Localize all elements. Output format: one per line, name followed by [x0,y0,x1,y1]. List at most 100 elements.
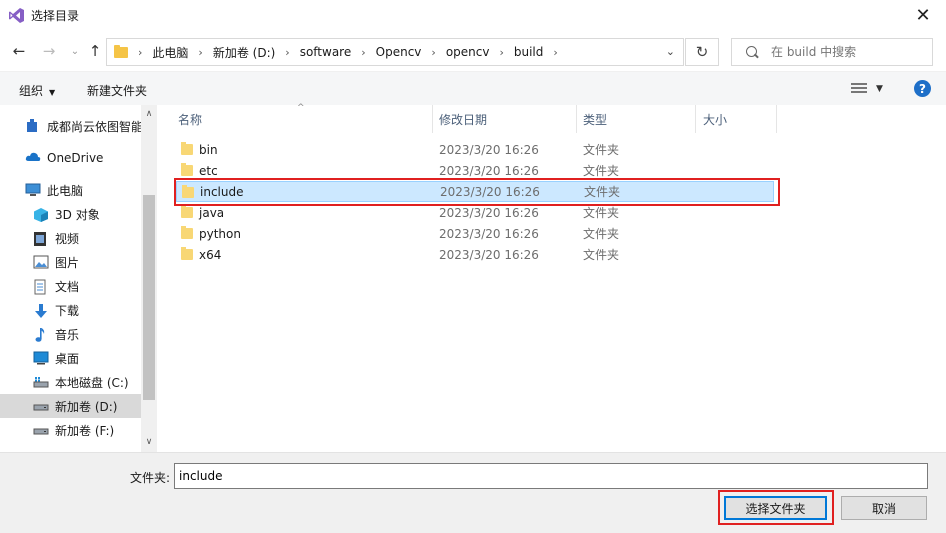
sidebar-item-documents[interactable]: 文档 [0,274,141,298]
search-input[interactable] [771,45,931,59]
folder-name-input[interactable] [174,463,928,489]
folder-label: 文件夹: [130,471,171,485]
sidebar-item-drive-f[interactable]: 新加卷 (F:) [0,418,141,442]
search-icon [745,45,759,59]
folder-icon [181,247,193,260]
scroll-up-icon[interactable]: ∧ [141,109,157,119]
sidebar-item-desktop[interactable]: 桌面 [0,346,141,370]
file-modified: 2023/3/20 16:26 [439,247,539,262]
sidebar-item-label: 视频 [55,231,80,246]
file-list[interactable]: ^ 名称 修改日期 类型 大小 bin 2023/3/20 16:26 文件夹 … [158,103,946,452]
scroll-down-icon[interactable]: ∨ [141,437,157,447]
breadcrumb-software[interactable]: software [300,45,352,59]
table-row[interactable]: python 2023/3/20 16:26 文件夹 [176,223,774,244]
column-divider[interactable] [432,105,433,133]
refresh-icon[interactable]: ↻ [685,38,719,66]
address-bar[interactable]: › 此电脑 › 新加卷 (D:) › software › Opencv › o… [106,38,684,66]
navigation-bar: ← → ⌄ ↑ › 此电脑 › 新加卷 (D:) › software › Op… [0,31,946,71]
breadcrumb-opencv[interactable]: opencv [446,45,490,59]
sidebar-item-label: 桌面 [55,351,80,366]
breadcrumb-drive-d[interactable]: 新加卷 (D:) [213,44,275,61]
column-header-name[interactable]: 名称 [178,105,432,133]
help-icon[interactable]: ? [914,80,931,97]
breadcrumb-opencv-upper[interactable]: Opencv [376,45,422,59]
drive-icon [33,399,49,413]
column-divider[interactable] [776,105,777,133]
address-dropdown-chevron-icon[interactable]: ⌄ [666,45,675,58]
breadcrumb-separator[interactable]: › [553,46,557,59]
sidebar-item-videos[interactable]: 视频 [0,226,141,250]
sidebar-item-label: 本地磁盘 (C:) [55,375,129,390]
music-icon [33,327,49,342]
view-caret-down-icon[interactable]: ▼ [876,84,883,94]
sidebar-item-music[interactable]: 音乐 [0,322,141,346]
table-row[interactable]: x64 2023/3/20 16:26 文件夹 [176,244,774,265]
folder-icon [181,142,193,155]
sidebar-item-label: OneDrive [47,151,104,165]
organize-label: 组织 [19,84,44,98]
onedrive-cloud-icon [25,151,41,165]
column-header-type[interactable]: 类型 [583,105,695,133]
breadcrumb-separator[interactable]: › [431,46,435,59]
documents-icon [33,279,49,295]
sidebar-item-local-disk-c[interactable]: 本地磁盘 (C:) [0,370,141,394]
up-arrow-icon[interactable]: ↑ [86,42,104,60]
new-folder-button[interactable]: 新建文件夹 [87,82,147,99]
sidebar-item-3d-objects[interactable]: 3D 对象 [0,202,141,226]
cancel-button[interactable]: 取消 [841,496,927,520]
file-type: 文件夹 [583,143,620,157]
sidebar-item-pictures[interactable]: 图片 [0,250,141,274]
sidebar-item-onedrive-business[interactable]: 成都尚云依图智能 [0,114,141,138]
sidebar-item-onedrive[interactable]: OneDrive [0,146,141,170]
file-name: python [199,226,241,241]
column-divider[interactable] [695,105,696,133]
breadcrumb-separator[interactable]: › [361,46,365,59]
breadcrumb-separator[interactable]: › [499,46,503,59]
view-options-icon[interactable] [851,83,867,95]
sidebar-item-label: 下载 [55,303,80,318]
navigation-pane[interactable]: 成都尚云依图智能 OneDrive 此电脑 3D 对象 视频 图片 文档 下载 … [0,105,157,452]
window-title: 选择目录 [31,9,80,23]
sidebar-scrollbar[interactable]: ∧ ∨ [141,105,157,452]
breadcrumb-separator[interactable]: › [285,46,289,59]
desktop-icon [33,351,49,365]
sidebar-item-downloads[interactable]: 下载 [0,298,141,322]
title-bar: 选择目录 ✕ [0,0,946,31]
folder-icon [181,226,193,239]
column-header-size[interactable]: 大小 [703,105,775,133]
forward-arrow-icon[interactable]: → [40,42,58,60]
column-header-modified[interactable]: 修改日期 [439,105,575,133]
file-name: x64 [199,247,222,262]
file-modified: 2023/3/20 16:26 [439,142,539,157]
organize-menu-button[interactable]: 组织 ▼ [19,82,55,99]
breadcrumb-this-pc[interactable]: 此电脑 [152,44,188,61]
sidebar-item-label: 文档 [55,279,80,294]
highlight-box-selected-row [174,178,780,206]
command-toolbar: 组织 ▼ 新建文件夹 ▼ ? [0,71,946,105]
drive-icon [33,423,49,437]
videos-icon [33,231,49,246]
column-divider[interactable] [576,105,577,133]
close-button[interactable]: ✕ [900,0,946,31]
breadcrumb-build[interactable]: build [514,45,544,59]
file-type: 文件夹 [583,206,620,220]
scrollbar-thumb[interactable] [143,195,155,400]
sidebar-item-drive-d[interactable]: 新加卷 (D:) [0,394,141,418]
sidebar-item-label: 成都尚云依图智能 [47,119,141,134]
downloads-icon [33,303,49,318]
visual-studio-icon [9,8,24,23]
sidebar-item-this-pc[interactable]: 此电脑 [0,178,141,202]
highlight-box-select-button [718,490,834,525]
sidebar-item-label: 音乐 [55,327,80,342]
sidebar-item-label: 新加卷 (D:) [55,399,118,414]
search-box[interactable] [731,38,933,66]
recent-locations-chevron-icon[interactable]: ⌄ [66,42,84,60]
breadcrumb-separator[interactable]: › [198,46,202,59]
sidebar-item-label: 此电脑 [47,183,84,198]
folder-icon [181,163,193,176]
back-arrow-icon[interactable]: ← [10,42,28,60]
file-type: 文件夹 [583,164,620,178]
table-row[interactable]: bin 2023/3/20 16:26 文件夹 [176,139,774,160]
sidebar-item-label: 图片 [55,255,80,270]
local-disk-icon [33,375,49,389]
